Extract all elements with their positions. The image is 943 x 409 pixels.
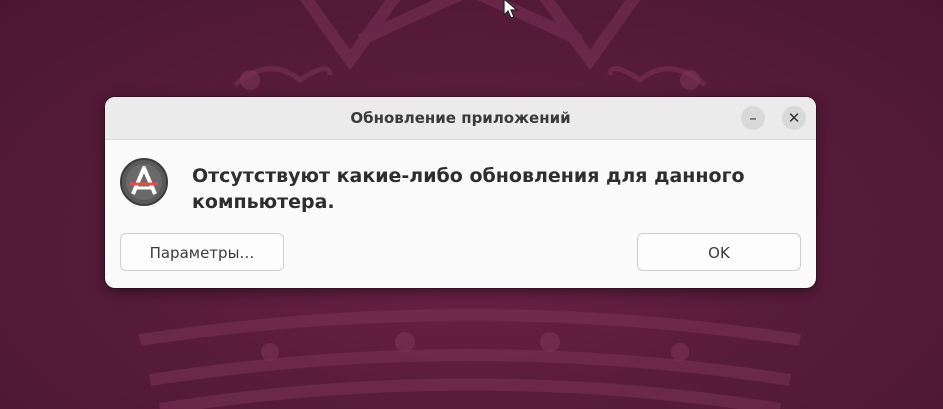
ok-button[interactable]: OK [637,233,801,271]
settings-button[interactable]: Параметры… [120,233,284,271]
close-button[interactable]: ✕ [782,106,806,130]
minimize-button[interactable]: – [741,106,765,130]
software-updater-icon [120,158,168,206]
update-dialog: Обновление приложений – ✕ Отсутствуют ка… [105,97,816,288]
close-icon: ✕ [787,109,801,127]
mouse-cursor-icon [503,0,519,19]
dialog-title: Обновление приложений [350,109,571,127]
status-message: Отсутствуют какие-либо обновления для да… [192,165,745,213]
minimize-icon: – [749,109,757,127]
dialog-titlebar[interactable]: Обновление приложений – ✕ [105,97,816,140]
